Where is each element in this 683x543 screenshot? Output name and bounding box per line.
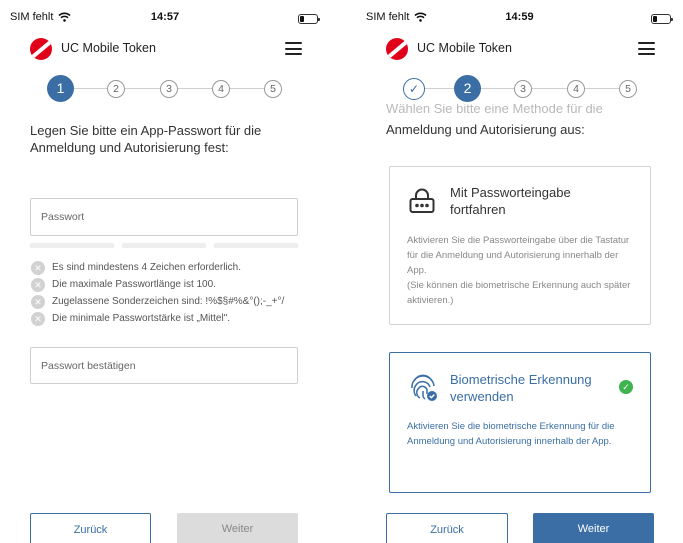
rule-item: ✕ Die minimale Passwortstärke ist „Mittel… bbox=[31, 310, 321, 327]
status-bar: SIM fehlt 14:57 bbox=[8, 6, 322, 28]
scrolled-instruction-text: Wählen Sie bitte eine Methode für die bbox=[386, 104, 603, 116]
biometric-method-card[interactable]: Biometrische Erkennung verwenden ✓ Aktiv… bbox=[389, 352, 651, 493]
close-icon: ✕ bbox=[31, 260, 45, 275]
back-button[interactable]: Zurück bbox=[30, 513, 151, 543]
app-title: UC Mobile Token bbox=[417, 41, 512, 55]
rule-text: Zugelassene Sonderzeichen sind: !%$§#%&°… bbox=[52, 296, 285, 307]
step-2: 2 bbox=[107, 80, 125, 98]
step-2: 2 bbox=[454, 75, 481, 102]
progress-stepper: ✓ 2 3 4 5 bbox=[403, 75, 639, 103]
screenshot-root: SIM fehlt 14:57 UC Mobile Token 1 2 3 4 … bbox=[0, 0, 683, 543]
password-input[interactable]: Passwort bbox=[30, 198, 298, 236]
screen-password-setup: SIM fehlt 14:57 UC Mobile Token 1 2 3 4 … bbox=[0, 0, 330, 543]
step-3: 3 bbox=[514, 80, 532, 98]
step-4: 4 bbox=[212, 80, 230, 98]
instruction-text: Legen Sie bitte ein App-Passwort für die… bbox=[30, 123, 262, 155]
menu-icon[interactable] bbox=[285, 42, 302, 55]
lock-keypad-icon bbox=[409, 188, 435, 213]
menu-icon[interactable] bbox=[638, 42, 655, 55]
next-button[interactable]: Weiter bbox=[177, 513, 298, 543]
progress-stepper: 1 2 3 4 5 bbox=[47, 75, 283, 103]
clock: 14:59 bbox=[505, 11, 534, 23]
password-rules: ✕ Es sind mindestens 4 Zeichen erforderli… bbox=[31, 259, 321, 327]
check-icon: ✓ bbox=[619, 380, 633, 394]
password-method-desc: Aktivieren Sie die Passworteingabe über … bbox=[407, 235, 630, 276]
app-header: UC Mobile Token bbox=[386, 38, 655, 60]
password-method-title: Mit Passworteingabe fortfahren bbox=[450, 185, 571, 217]
biometric-method-title: Biometrische Erkennung verwenden bbox=[450, 372, 592, 404]
next-button[interactable]: Weiter bbox=[533, 513, 654, 543]
clock: 14:57 bbox=[150, 11, 180, 23]
instruction-text: Anmeldung und Autorisierung aus: bbox=[386, 122, 585, 137]
rule-text: Die minimale Passwortstärke ist „Mittel"… bbox=[52, 313, 231, 324]
step-5: 5 bbox=[619, 80, 637, 98]
unicredit-logo-icon bbox=[386, 38, 408, 60]
app-header: UC Mobile Token bbox=[30, 38, 302, 60]
unicredit-logo-icon bbox=[30, 38, 52, 60]
step-3: 3 bbox=[160, 80, 178, 98]
screen-method-selection: SIM fehlt 14:59 UC Mobile Token ✓ 2 3 4 … bbox=[356, 0, 683, 543]
step-1: 1 bbox=[47, 75, 74, 102]
battery-icon bbox=[298, 14, 320, 24]
battery-icon bbox=[651, 14, 673, 24]
confirm-password-placeholder: Passwort bestätigen bbox=[41, 359, 136, 372]
confirm-password-input[interactable]: Passwort bestätigen bbox=[30, 347, 298, 384]
rule-item: ✕ Die maximale Passwortlänge ist 100. bbox=[31, 276, 321, 293]
step-5: 5 bbox=[264, 80, 282, 98]
rule-item: ✕ Zugelassene Sonderzeichen sind: !%$§#%&… bbox=[31, 293, 321, 310]
biometric-method-description: Aktivieren Sie die biometrische Erkennun… bbox=[407, 421, 615, 447]
close-icon: ✕ bbox=[31, 311, 45, 326]
rule-text: Die maximale Passwortlänge ist 100. bbox=[52, 279, 216, 290]
password-method-note: (Sie können die biometrische Erkennung a… bbox=[407, 280, 631, 306]
fingerprint-icon bbox=[411, 374, 437, 401]
rule-text: Es sind mindestens 4 Zeichen erforderlic… bbox=[52, 262, 241, 273]
rule-item: ✕ Es sind mindestens 4 Zeichen erforderli… bbox=[31, 259, 321, 276]
close-icon: ✕ bbox=[31, 277, 45, 292]
step-1-completed: ✓ bbox=[403, 78, 425, 100]
password-placeholder: Passwort bbox=[41, 211, 85, 223]
status-bar: SIM fehlt 14:59 bbox=[364, 6, 675, 28]
app-title: UC Mobile Token bbox=[61, 41, 156, 55]
password-method-card[interactable]: Mit Passworteingabe fortfahren Aktiviere… bbox=[389, 166, 651, 325]
step-4: 4 bbox=[567, 80, 585, 98]
password-strength-meter bbox=[30, 243, 298, 248]
password-method-description: Aktivieren Sie die Passworteingabe über … bbox=[407, 233, 636, 308]
scrolled-text: Wählen Sie bitte eine Methode für die bbox=[386, 104, 603, 116]
close-icon: ✕ bbox=[31, 294, 45, 309]
back-button[interactable]: Zurück bbox=[386, 513, 508, 543]
